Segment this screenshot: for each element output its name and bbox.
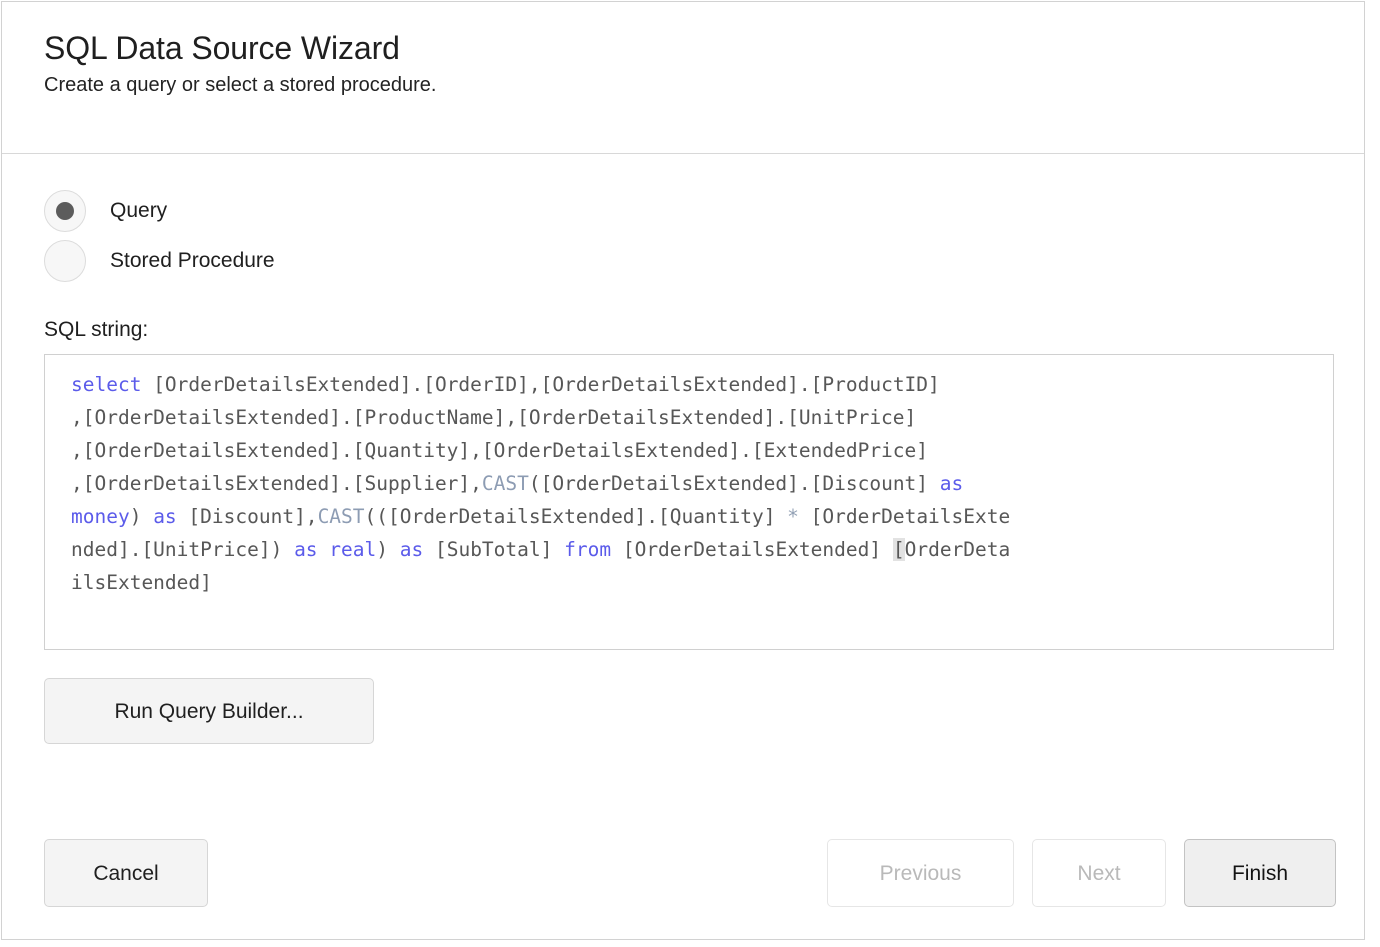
page-subtitle: Create a query or select a stored proced…	[44, 72, 1322, 98]
sql-token: as	[400, 538, 423, 561]
radio-option-stored-procedure[interactable]: Stored Procedure	[44, 236, 1322, 286]
sql-token	[318, 538, 330, 561]
source-type-radio-group: Query Stored Procedure	[44, 154, 1322, 286]
sql-token: (([OrderDetailsExtended].[Quantity]	[365, 505, 788, 528]
cancel-button[interactable]: Cancel	[44, 839, 208, 907]
sql-token: [OrderDetailsExtended]	[611, 538, 893, 561]
radio-icon-query[interactable]	[44, 190, 86, 232]
sql-data-source-wizard-dialog: SQL Data Source Wizard Create a query or…	[1, 1, 1365, 940]
dialog-header: SQL Data Source Wizard Create a query or…	[2, 2, 1364, 154]
sql-string-input[interactable]: select [OrderDetailsExtended].[OrderID],…	[44, 354, 1334, 650]
previous-button: Previous	[827, 839, 1014, 907]
sql-token: money	[71, 505, 130, 528]
sql-token: ([OrderDetailsExtended].[Discount]	[529, 472, 940, 495]
sql-token: CAST	[482, 472, 529, 495]
next-button: Next	[1032, 839, 1166, 907]
sql-token: as	[153, 505, 176, 528]
dialog-body: Query Stored Procedure SQL string: selec…	[2, 154, 1364, 939]
sql-token: [SubTotal]	[423, 538, 564, 561]
sql-token: from	[564, 538, 611, 561]
page-title: SQL Data Source Wizard	[44, 28, 1322, 68]
sql-token: as	[940, 472, 963, 495]
sql-token: )	[376, 538, 399, 561]
sql-token: )	[130, 505, 153, 528]
radio-icon-stored-procedure[interactable]	[44, 240, 86, 282]
footer-right-group: Previous Next Finish	[827, 839, 1336, 907]
sql-token: real	[329, 538, 376, 561]
radio-option-query[interactable]: Query	[44, 186, 1322, 236]
run-query-builder-button[interactable]: Run Query Builder...	[44, 678, 374, 744]
footer-left-group: Cancel	[44, 839, 208, 907]
text-caret: [	[893, 538, 905, 561]
sql-token: select	[71, 373, 141, 396]
radio-label-query[interactable]: Query	[110, 199, 167, 223]
sql-token: CAST	[318, 505, 365, 528]
sql-token: as	[294, 538, 317, 561]
sql-token: [Discount],	[177, 505, 318, 528]
radio-dot-icon	[56, 202, 74, 220]
dialog-footer: Cancel Previous Next Finish	[44, 839, 1336, 907]
radio-label-stored-procedure[interactable]: Stored Procedure	[110, 249, 275, 273]
sql-string-label: SQL string:	[44, 318, 1322, 342]
sql-token: *	[787, 505, 799, 528]
finish-button[interactable]: Finish	[1184, 839, 1336, 907]
